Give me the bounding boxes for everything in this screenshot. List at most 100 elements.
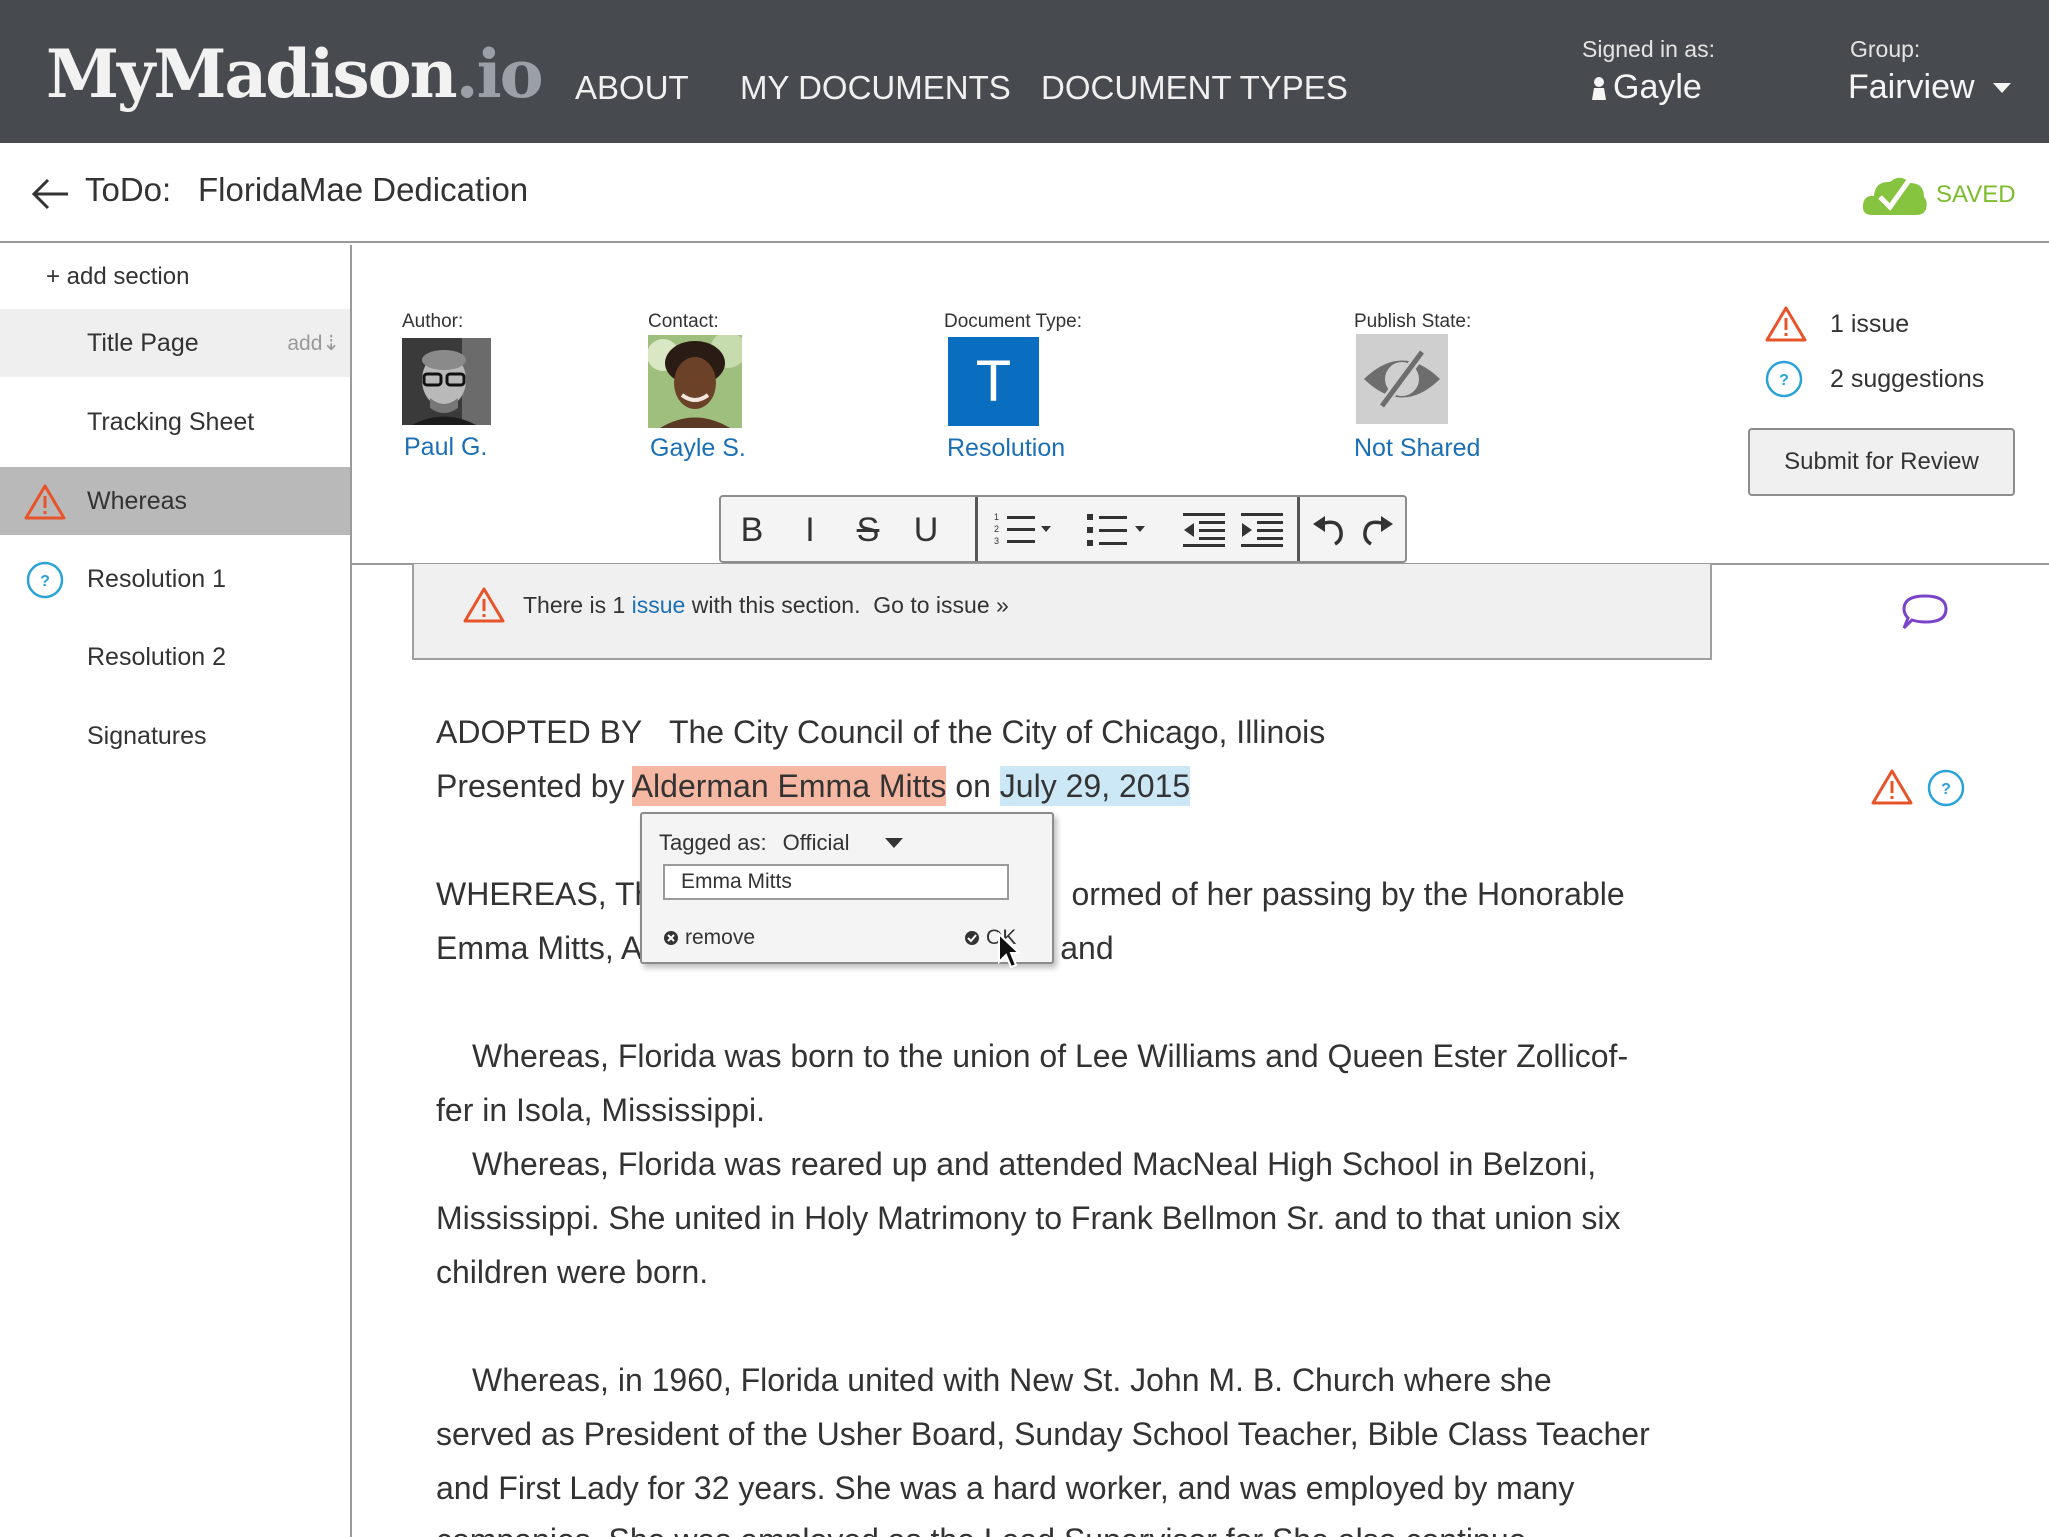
- user-icon: [1592, 76, 1606, 100]
- remove-tag-button[interactable]: remove: [663, 926, 755, 950]
- saved-status: SAVED: [1862, 173, 2016, 217]
- document-type-tile[interactable]: T: [948, 337, 1039, 426]
- add-section-button[interactable]: + add section: [46, 263, 189, 291]
- date-tag-highlight[interactable]: July 29, 2015: [999, 766, 1191, 806]
- presented-by-line: Presented by Alderman Emma Mitts on July…: [436, 766, 1191, 806]
- numbered-list-button[interactable]: 1 2 3: [993, 507, 1069, 553]
- issue-word-link[interactable]: issue: [632, 592, 686, 618]
- author-label: Author:: [402, 311, 464, 332]
- sidebar-item-signatures[interactable]: Signatures: [0, 702, 350, 770]
- sidebar-item-resolution-1[interactable]: ? Resolution 1: [0, 545, 350, 613]
- group-value: Fairview: [1848, 68, 1975, 106]
- whereas-2-end: and: [1060, 930, 1114, 966]
- issue-banner: There is 1 issue with this section. Go t…: [412, 564, 1712, 660]
- nav-my-documents[interactable]: MY DOCUMENTS: [740, 66, 1011, 110]
- svg-text:?: ?: [1941, 781, 1951, 798]
- group-label: Group:: [1850, 36, 1921, 62]
- back-arrow-icon[interactable]: [30, 177, 70, 211]
- official-tag-highlight[interactable]: Alderman Emma Mitts: [631, 766, 947, 806]
- paragraph-line: fer in Isola, Mississippi.: [436, 1092, 765, 1128]
- tagged-as-row: Tagged as: Official: [659, 830, 904, 856]
- question-icon[interactable]: ?: [1926, 768, 1966, 808]
- group-dropdown[interactable]: Fairview: [1848, 68, 2011, 107]
- document-type-link[interactable]: Resolution: [947, 434, 1065, 463]
- todo-prefix: ToDo:: [85, 171, 172, 208]
- tagged-as-label: Tagged as:: [659, 830, 767, 855]
- sidebar-item-add-link[interactable]: add⇣: [287, 331, 340, 356]
- question-icon: ?: [1765, 360, 1803, 398]
- on-word: on: [955, 768, 991, 804]
- saved-label: SAVED: [1936, 181, 2016, 208]
- document-title-row: ToDo: FloridaMae Dedication SAVED: [0, 143, 2049, 243]
- paragraph-line: Whereas, Florida was born to the union o…: [472, 1038, 1629, 1074]
- publish-state-link[interactable]: Not Shared: [1354, 434, 1480, 463]
- comment-icon[interactable]: [1900, 592, 1950, 632]
- format-toolbar: B I S U 1 2 3: [719, 495, 1407, 563]
- remove-icon: [664, 931, 678, 945]
- submit-for-review-button[interactable]: Submit for Review: [1748, 428, 2015, 496]
- contact-avatar[interactable]: [648, 335, 742, 428]
- redo-button[interactable]: [1355, 507, 1399, 553]
- italic-button[interactable]: I: [787, 507, 833, 553]
- warning-icon[interactable]: [1870, 768, 1914, 806]
- sidebar-item-label: Signatures: [87, 721, 207, 750]
- warning-icon: [1765, 306, 1807, 342]
- undo-button[interactable]: [1307, 507, 1351, 553]
- whereas-2-start: Emma Mitts, A: [436, 930, 643, 966]
- paragraph-line: and First Lady for 32 years. She was a h…: [436, 1470, 1575, 1506]
- publish-state-label: Publish State:: [1354, 311, 1472, 332]
- top-navbar: MyMadison.io ABOUT MY DOCUMENTS DOCUMENT…: [0, 0, 2049, 143]
- bold-button[interactable]: B: [729, 507, 775, 553]
- whereas-1-start: WHEREAS, Thi: [436, 876, 660, 912]
- sidebar-item-label: Resolution 1: [87, 564, 226, 593]
- signed-in-label: Signed in as:: [1582, 36, 1715, 62]
- issue-text-after: with this section.: [685, 592, 861, 618]
- indent-button[interactable]: [1237, 507, 1287, 553]
- bulleted-list-button[interactable]: [1085, 507, 1161, 553]
- author-avatar[interactable]: [402, 338, 491, 425]
- logo[interactable]: MyMadison.io: [46, 34, 544, 114]
- paragraph-line: Whereas, in 1960, Florida united with Ne…: [472, 1362, 1552, 1398]
- author-name-link[interactable]: Paul G.: [404, 433, 487, 462]
- toolbar-divider: [1297, 497, 1300, 561]
- issues-summary[interactable]: 1 issue: [1764, 305, 1909, 343]
- issue-banner-text: There is 1 issue with this section. Go t…: [523, 592, 1009, 619]
- sidebar-item-label: Tracking Sheet: [87, 407, 255, 436]
- page-title: FloridaMae Dedication: [198, 171, 529, 208]
- remove-label: remove: [685, 926, 756, 949]
- tag-type-dropdown[interactable]: Official: [783, 830, 904, 856]
- section-sidebar: + add section Title Page add⇣ Tracking S…: [0, 245, 352, 1537]
- svg-text:2: 2: [994, 524, 999, 534]
- contact-name-link[interactable]: Gayle S.: [650, 434, 746, 463]
- sidebar-item-tracking-sheet[interactable]: Tracking Sheet: [0, 388, 350, 456]
- signed-in-user[interactable]: Gayle: [1591, 68, 1702, 107]
- presented-by-label: Presented by: [436, 768, 625, 804]
- adopted-by-label: ADOPTED BY: [436, 714, 643, 750]
- underline-button[interactable]: U: [903, 507, 949, 553]
- nav-document-types[interactable]: DOCUMENT TYPES: [1041, 66, 1348, 110]
- go-to-issue-link[interactable]: Go to issue »: [873, 592, 1009, 618]
- nav-about[interactable]: ABOUT: [575, 66, 689, 110]
- line-annotation-icons: ?: [1870, 768, 1966, 808]
- contact-photo: [648, 335, 742, 428]
- publish-state-tile[interactable]: [1356, 334, 1448, 424]
- redo-icon: [1363, 516, 1393, 546]
- sidebar-item-resolution-2[interactable]: Resolution 2: [0, 623, 350, 691]
- suggestions-summary[interactable]: ? 2 suggestions: [1764, 359, 1984, 399]
- svg-text:3: 3: [994, 536, 999, 546]
- outdent-icon: [1183, 513, 1225, 547]
- sidebar-item-label: Resolution 2: [87, 642, 226, 671]
- chevron-down-icon: [885, 838, 904, 848]
- sidebar-item-title-page[interactable]: Title Page add⇣: [0, 309, 350, 377]
- tag-name-input[interactable]: [663, 864, 1009, 900]
- sidebar-item-whereas[interactable]: Whereas: [0, 467, 350, 535]
- issues-count: 1 issue: [1830, 309, 1910, 338]
- paragraph-line: Whereas, Florida was reared up and atten…: [472, 1146, 1597, 1182]
- numbered-list-icon: 1 2 3: [994, 512, 1051, 546]
- warning-icon: [24, 484, 66, 520]
- strikethrough-button[interactable]: S: [845, 507, 891, 553]
- check-icon: [965, 931, 979, 945]
- logo-main-text: MyMadison: [46, 35, 458, 113]
- outdent-button[interactable]: [1179, 507, 1229, 553]
- sidebar-item-label: Title Page: [87, 328, 199, 357]
